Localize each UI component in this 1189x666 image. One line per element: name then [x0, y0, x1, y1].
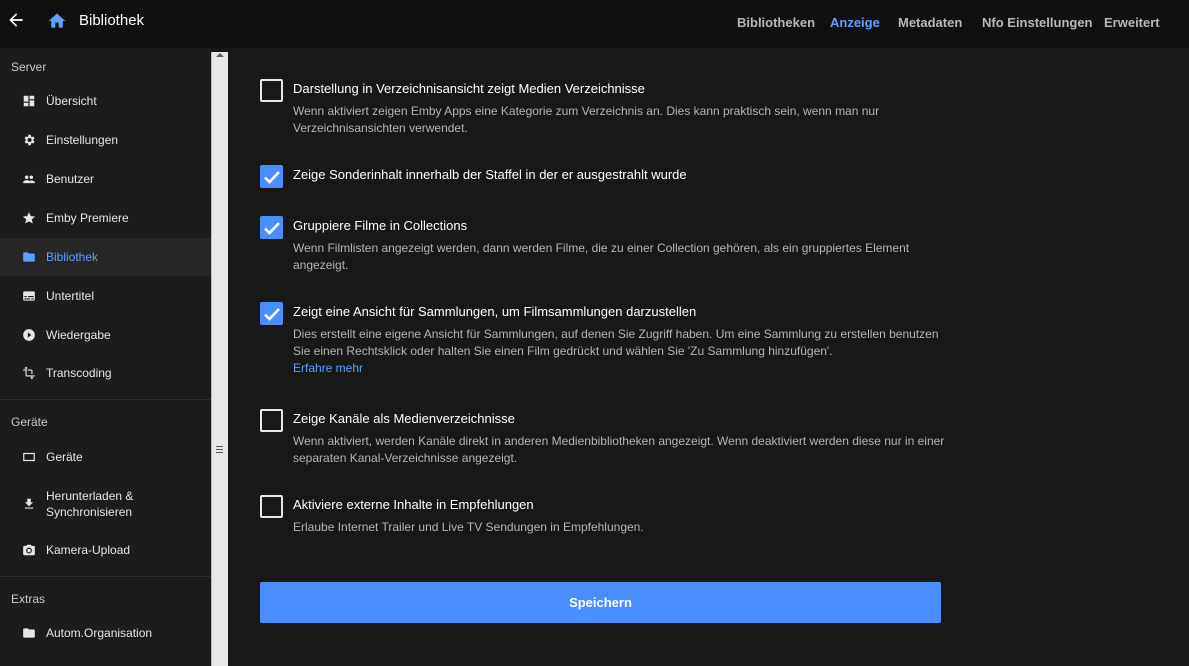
- checkbox-folder-view[interactable]: [260, 79, 283, 102]
- camera-icon: [23, 544, 35, 556]
- learn-more-link[interactable]: Erfahre mehr: [293, 361, 363, 375]
- sidebar-item-label: Bibliothek: [46, 250, 99, 264]
- checkbox-group-collections[interactable]: [260, 216, 283, 239]
- option-description: Wenn Filmlisten angezeigt werden, dann w…: [293, 241, 910, 272]
- sidebar-scrollbar[interactable]: [211, 52, 228, 666]
- sidebar-item-label: Untertitel: [46, 289, 95, 303]
- settings-content: Darstellung in Verzeichnisansicht zeigt …: [228, 48, 1189, 666]
- resize-grip-icon[interactable]: [216, 446, 223, 455]
- people-icon: [23, 175, 35, 184]
- tab-erweitert[interactable]: Erweitert: [1104, 15, 1160, 30]
- tab-bibliotheken[interactable]: Bibliotheken: [737, 15, 815, 30]
- top-bar: Bibliothek Bibliotheken Anzeige Metadate…: [0, 0, 1189, 48]
- tab-bar: Bibliotheken Anzeige Metadaten Nfo Einst…: [0, 15, 1189, 35]
- checkmark-icon: [264, 308, 280, 321]
- sidebar-item-herunterladen[interactable]: Herunterladen & Synchronisieren: [0, 484, 211, 524]
- sidebar-heading-server: Server: [11, 60, 47, 74]
- sidebar-item-label: Kamera-Upload: [46, 543, 131, 557]
- sidebar-divider: [0, 576, 211, 577]
- folder-icon: [23, 628, 35, 638]
- tab-nfo-einstellungen[interactable]: Nfo Einstellungen: [982, 15, 1093, 30]
- option-title: Gruppiere Filme in Collections: [293, 218, 468, 233]
- star-icon: [22, 212, 36, 224]
- tab-metadaten[interactable]: Metadaten: [898, 15, 962, 30]
- sidebar-item-label: Übersicht: [46, 94, 97, 108]
- sidebar-item-label: Geräte: [46, 450, 83, 464]
- save-button[interactable]: Speichern: [260, 582, 941, 623]
- sidebar-item-autom-organisation[interactable]: Autom.Organisation: [0, 614, 211, 652]
- sidebar-item-label: Autom.Organisation: [46, 626, 153, 640]
- sidebar-item-emby-premiere[interactable]: Emby Premiere: [0, 199, 211, 237]
- checkmark-icon: [264, 171, 280, 184]
- play-circle-icon: [23, 329, 35, 341]
- checkmark-icon: [264, 222, 280, 235]
- option-title: Zeige Kanäle als Medienverzeichnisse: [293, 411, 515, 426]
- option-title: Darstellung in Verzeichnisansicht zeigt …: [293, 81, 645, 96]
- sidebar-item-kamera-upload[interactable]: Kamera-Upload: [0, 531, 211, 569]
- checkbox-collections-view[interactable]: [260, 302, 283, 325]
- checkbox-specials-in-season[interactable]: [260, 165, 283, 188]
- sidebar-item-label: Benutzer: [46, 172, 95, 186]
- sidebar-heading-extras: Extras: [11, 592, 46, 606]
- sidebar-heading-geraete: Geräte: [11, 415, 48, 429]
- sidebar-item-einstellungen[interactable]: Einstellungen: [0, 121, 211, 159]
- option-description: Wenn aktiviert, werden Kanäle direkt in …: [293, 434, 945, 465]
- sidebar-divider: [0, 399, 211, 400]
- sidebar-item-benutzer[interactable]: Benutzer: [0, 160, 211, 198]
- download-icon: [24, 498, 34, 509]
- sidebar-item-label: Emby Premiere: [46, 211, 129, 225]
- option-description: Wenn aktiviert zeigen Emby Apps eine Kat…: [293, 104, 880, 135]
- sidebar-item-label: Wiedergabe: [46, 328, 111, 342]
- option-description: Erlaube Internet Trailer und Live TV Sen…: [293, 520, 644, 534]
- tab-anzeige[interactable]: Anzeige: [830, 15, 880, 30]
- option-title: Aktiviere externe Inhalte in Empfehlunge…: [293, 497, 534, 512]
- checkbox-external-content[interactable]: [260, 495, 283, 518]
- scroll-up-icon[interactable]: [216, 53, 224, 57]
- sidebar-item-geraete[interactable]: Geräte: [0, 438, 211, 476]
- option-title: Zeigt eine Ansicht für Sammlungen, um Fi…: [293, 304, 697, 319]
- sidebar-item-wiedergabe[interactable]: Wiedergabe: [0, 316, 211, 354]
- transform-icon: [23, 366, 35, 380]
- sidebar: Server Übersicht Einstellungen Benutzer …: [0, 48, 211, 666]
- sidebar-item-transcoding[interactable]: Transcoding: [0, 354, 211, 392]
- folder-icon: [23, 252, 35, 262]
- gear-icon: [24, 134, 35, 146]
- sidebar-item-bibliothek[interactable]: Bibliothek: [0, 238, 211, 276]
- sidebar-item-untertitel[interactable]: Untertitel: [0, 277, 211, 315]
- sidebar-item-label: Transcoding: [46, 366, 112, 380]
- option-description: Dies erstellt eine eigene Ansicht für Sa…: [293, 327, 939, 358]
- option-title: Zeige Sonderinhalt innerhalb der Staffel…: [293, 167, 687, 182]
- checkbox-channels-as-folders[interactable]: [260, 409, 283, 432]
- sidebar-item-label: Herunterladen & Synchronisieren: [46, 489, 134, 519]
- dashboard-icon: [23, 95, 35, 107]
- devices-icon: [23, 452, 35, 462]
- subtitles-icon: [23, 291, 35, 301]
- sidebar-item-uebersicht[interactable]: Übersicht: [0, 82, 211, 120]
- sidebar-item-label: Einstellungen: [46, 133, 119, 147]
